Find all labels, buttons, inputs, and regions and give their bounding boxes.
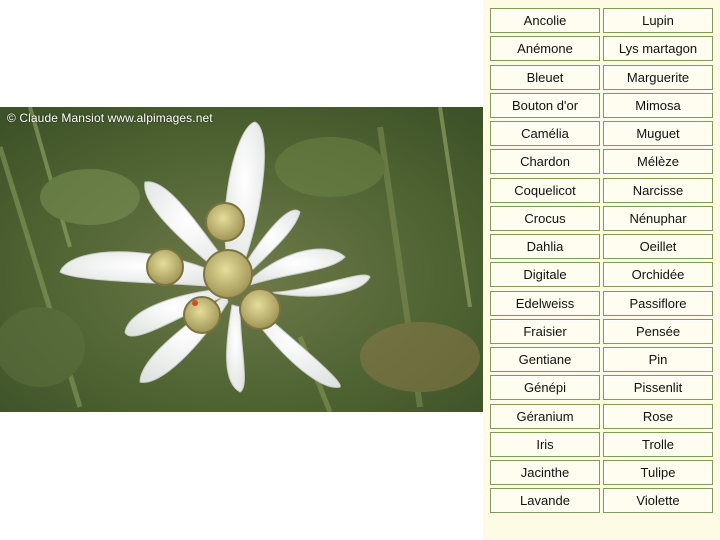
edelweiss-image [0,107,484,412]
flower-link[interactable]: Génépi [490,375,600,401]
flower-link[interactable]: Orchidée [603,262,713,288]
flower-link[interactable]: Crocus [490,205,600,231]
flower-link[interactable]: Gentiane [490,347,600,372]
flower-link[interactable]: Narcisse [603,177,713,203]
flower-link[interactable]: Lupin [603,8,713,33]
flower-link[interactable]: Mélèze [603,149,713,175]
flower-link[interactable]: Digitale [490,262,600,288]
flower-link[interactable]: Pissenlit [603,375,713,401]
flower-link[interactable]: Chardon [490,149,600,175]
flower-link[interactable]: Anémone [490,36,600,62]
flower-index-grid: Ancolie Lupin Anémone Lys martagon Bleuet Mar… [490,8,713,514]
flower-link[interactable]: Jacinthe [490,460,600,485]
flower-link[interactable]: Iris [490,431,600,457]
flower-photo: © Claude Mansiot www.alpimages.net [0,107,484,412]
flower-link[interactable]: Mimosa [603,92,713,118]
flower-link[interactable]: Oeillet [603,234,713,259]
flower-link[interactable]: Lavande [490,488,600,514]
flower-link[interactable]: Muguet [603,121,713,146]
flower-link[interactable]: Lys martagon [603,36,713,62]
flower-link[interactable]: Edelweiss [490,290,600,316]
photo-credit: © Claude Mansiot www.alpimages.net [7,111,213,125]
flower-link[interactable]: Pensée [603,318,713,344]
flower-link[interactable]: Nénuphar [603,205,713,231]
flower-link[interactable]: Violette [603,488,713,514]
flower-link[interactable]: Bouton d'or [490,92,600,118]
flower-link[interactable]: Bleuet [490,64,600,90]
flower-link[interactable]: Géranium [490,403,600,429]
flower-link[interactable]: Dahlia [490,234,600,259]
flower-link[interactable]: Rose [603,403,713,429]
flower-link[interactable]: Ancolie [490,8,600,33]
flower-link[interactable]: Tulipe [603,460,713,485]
flower-link[interactable]: Fraisier [490,318,600,344]
flower-link[interactable]: Pin [603,347,713,372]
flower-link[interactable]: Coquelicot [490,177,600,203]
flower-link[interactable]: Trolle [603,431,713,457]
flower-link[interactable]: Camélia [490,121,600,146]
flower-link[interactable]: Passiflore [603,290,713,316]
flower-link[interactable]: Marguerite [603,64,713,90]
